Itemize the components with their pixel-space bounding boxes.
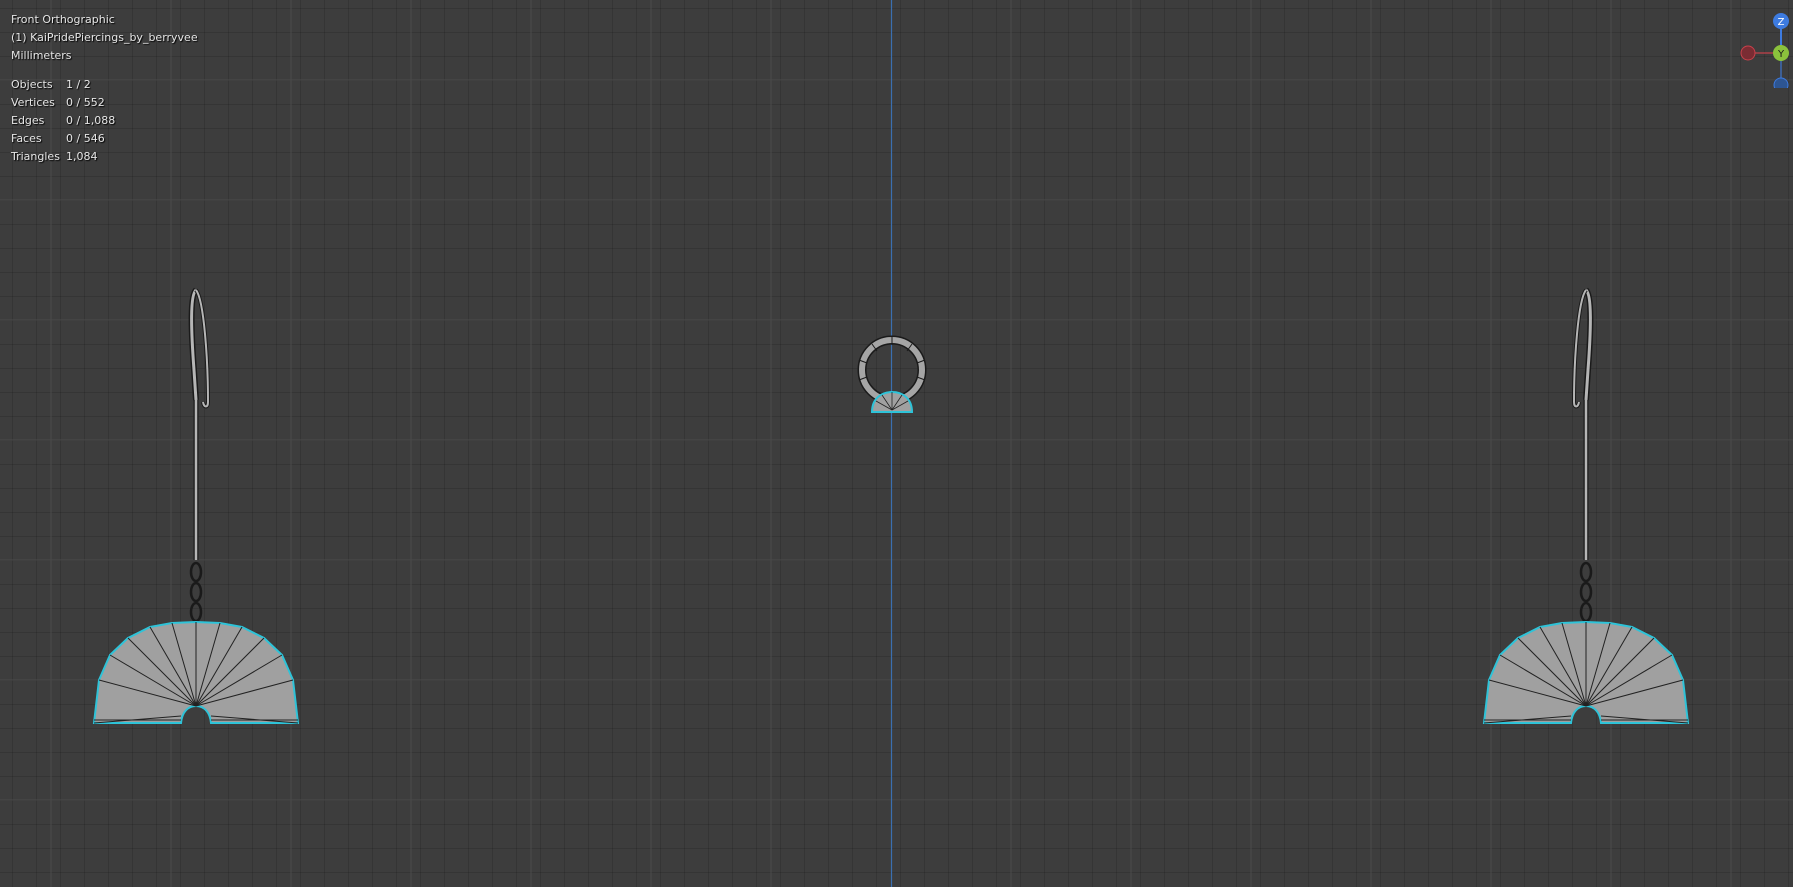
neg-x-axis-handle[interactable]	[1740, 45, 1756, 61]
earring-chain	[1579, 561, 1593, 623]
earring-hook	[188, 287, 211, 560]
stat-label: Vertices	[11, 96, 55, 109]
stat-row-faces: Faces 0 / 546	[11, 130, 198, 148]
neg-z-axis-handle[interactable]	[1773, 77, 1789, 88]
stat-label: Triangles	[11, 150, 60, 163]
z-axis-label: Z	[1778, 17, 1785, 28]
viewport-info-overlay: Front Orthographic (1) KaiPridePiercings…	[11, 11, 198, 166]
stat-label: Faces	[11, 132, 42, 145]
stat-row-triangles: Triangles 1,084	[11, 148, 198, 166]
stat-row-objects: Objects 1 / 2	[11, 76, 198, 94]
stat-row-vertices: Vertices 0 / 552	[11, 94, 198, 112]
viewport-scene	[0, 0, 1793, 887]
earring-hook	[1571, 287, 1594, 560]
stat-label: Objects	[11, 78, 53, 91]
view-name: Front Orthographic	[11, 13, 115, 26]
navigation-gizmo[interactable]: Z Y	[1735, 8, 1793, 88]
stat-value: 0 / 546	[66, 132, 105, 145]
y-axis-label: Y	[1777, 49, 1785, 60]
major-grid	[0, 0, 1793, 887]
stat-label: Edges	[11, 114, 45, 127]
stat-value: 1,084	[66, 150, 98, 163]
stat-row-edges: Edges 0 / 1,088	[11, 112, 198, 130]
earring-right[interactable]	[1482, 287, 1690, 724]
stat-value: 1 / 2	[66, 78, 91, 91]
stat-value: 0 / 552	[66, 96, 105, 109]
3d-viewport[interactable]: Front Orthographic (1) KaiPridePiercings…	[0, 0, 1793, 887]
stat-value: 0 / 1,088	[66, 114, 116, 127]
scene-statistics: Objects 1 / 2 Vertices 0 / 552 Edges 0 /…	[11, 76, 198, 166]
earring-chain	[189, 561, 203, 623]
earring-left[interactable]	[92, 287, 300, 724]
units-label: Millimeters	[11, 49, 72, 62]
collection-name: (1) KaiPridePiercings_by_berryvee	[11, 31, 198, 44]
